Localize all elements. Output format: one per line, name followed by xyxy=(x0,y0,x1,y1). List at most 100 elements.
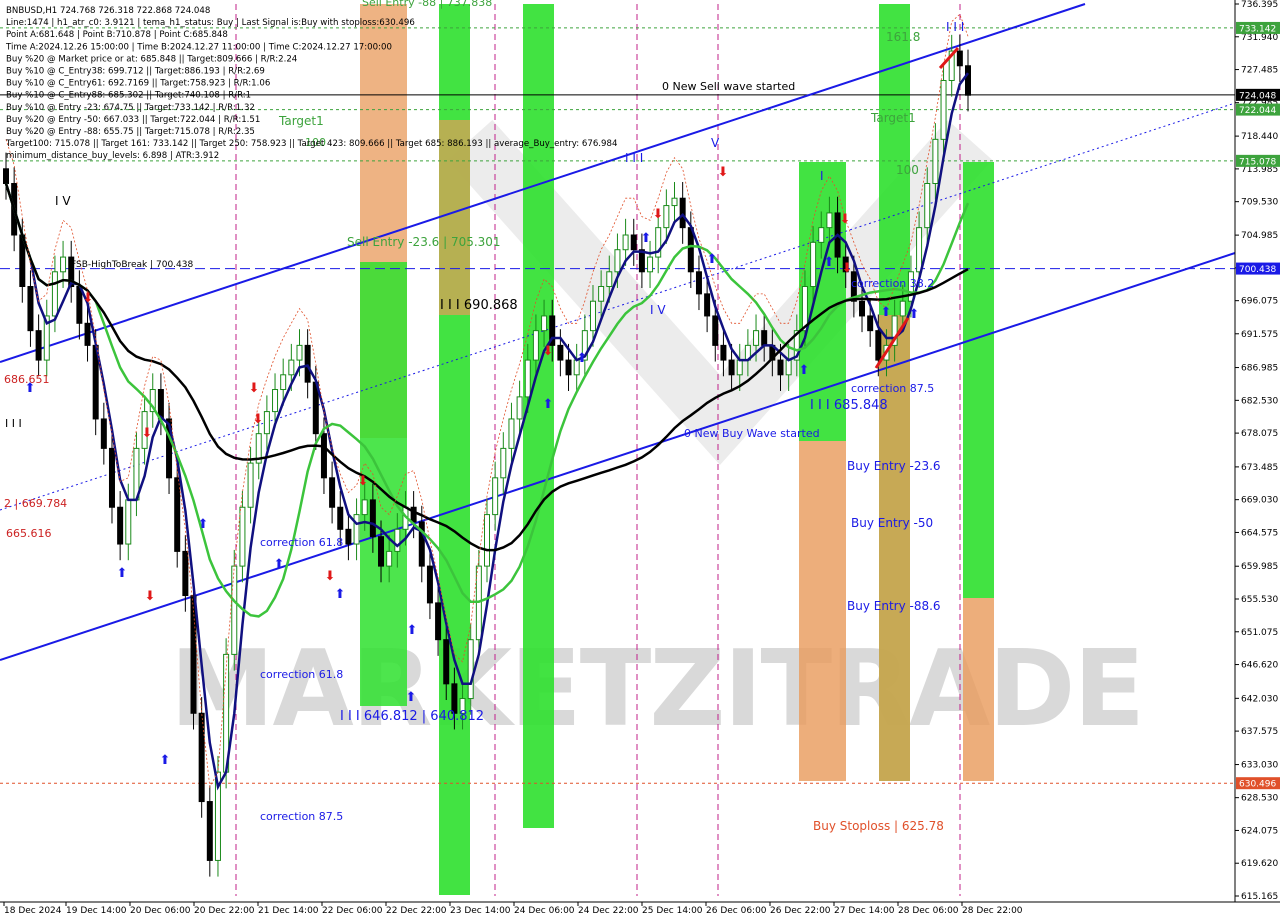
buy-arrow-icon: ⬆ xyxy=(881,305,892,320)
x-tick-label: 28 Dec 22:00 xyxy=(962,906,1023,916)
chart-annotation: 0 New Buy Wave started xyxy=(684,427,820,440)
y-tick-label: 682.530 xyxy=(1241,396,1278,406)
chart-annotation: Target1 xyxy=(870,111,916,125)
candle-body xyxy=(647,256,654,273)
chart-annotation: correction 87.5 xyxy=(851,382,934,395)
candle-body xyxy=(704,293,711,317)
candle-body xyxy=(508,418,515,449)
candle-body xyxy=(484,514,490,567)
chart-annotation: I V xyxy=(650,303,666,317)
candle-body xyxy=(524,359,531,398)
x-tick-label: 24 Dec 06:00 xyxy=(514,906,575,916)
info-line: Buy %20 @ Entry -88: 655.75 || Target:71… xyxy=(6,127,255,137)
chart-annotation: I I I 690.868 xyxy=(440,298,518,313)
candle-body xyxy=(320,433,327,479)
candle-body xyxy=(500,447,507,479)
y-tick-label: 686.985 xyxy=(1241,364,1278,374)
chart-annotation: I I I xyxy=(625,151,643,165)
buy-arrow-icon: ⬆ xyxy=(160,753,171,768)
candle-body xyxy=(84,322,91,346)
chart-annotation: I xyxy=(820,169,824,183)
x-tick-label: 19 Dec 14:00 xyxy=(66,906,127,916)
chart-annotation: I I I 646.812 | 640.812 xyxy=(340,709,484,724)
candle-body xyxy=(296,344,303,361)
x-tick-label: 23 Dec 14:00 xyxy=(450,906,511,916)
chart-annotation: 161.8 xyxy=(886,30,920,44)
x-tick-label: 26 Dec 22:00 xyxy=(770,906,831,916)
chart-annotation: 665.616 xyxy=(6,527,52,540)
price-level-label: 733.142 xyxy=(1239,24,1276,34)
y-tick-label: 615.165 xyxy=(1241,892,1278,902)
candle-body xyxy=(288,359,295,376)
y-tick-label: 736.395 xyxy=(1241,0,1278,10)
sell-arrow-icon: ⬇ xyxy=(325,569,336,584)
buy-arrow-icon: ⬆ xyxy=(543,397,554,412)
candle-body xyxy=(785,359,792,376)
chart-canvas[interactable]: MARKETZITRADE ⬆⬆⬆⬆⬆⬆⬆⬆⬆⬆⬆⬆⬆ ⬆⬆⬆⬇⬇⬇⬇⬇⬇⬇⬇⬇ ⬇… xyxy=(0,0,1280,920)
candle-body xyxy=(614,249,621,273)
zone-bar xyxy=(799,441,846,781)
buy-arrow-icon: ⬆ xyxy=(824,255,835,270)
chart-annotation: 0 New Sell wave started xyxy=(662,80,795,93)
info-line: Buy %10 @ Entry -23: 674.75 || Target:73… xyxy=(6,103,255,113)
sell-arrow-icon: ⬇ xyxy=(253,412,264,427)
chart-annotation: Sell Entry -23.6 | 705.301 xyxy=(347,235,501,249)
candle-body xyxy=(394,528,401,552)
candle-body xyxy=(231,565,238,655)
candle-body xyxy=(35,330,42,361)
chart-annotation: correction 61.8 xyxy=(260,668,343,681)
y-tick-label: 659.985 xyxy=(1241,562,1278,572)
y-tick-label: 709.530 xyxy=(1241,198,1278,208)
candle-body xyxy=(532,330,539,361)
y-tick-label: 624.075 xyxy=(1241,826,1278,836)
info-line: minimum_distance_buy_levels: 6.898 | ATR… xyxy=(6,151,219,161)
buy-arrow-icon: ⬆ xyxy=(577,351,588,366)
info-line: Line:1474 | h1_atr_c0: 3.9121 | tema_h1_… xyxy=(6,18,415,28)
candle-body xyxy=(859,300,866,317)
candle-body xyxy=(337,506,344,530)
buy-arrow-icon: ⬆ xyxy=(274,557,285,572)
y-tick-label: 628.530 xyxy=(1241,794,1278,804)
buy-arrow-icon: ⬆ xyxy=(799,363,810,378)
candle-body xyxy=(76,286,83,324)
candle-body xyxy=(329,477,336,508)
y-tick-label: 651.075 xyxy=(1241,628,1278,638)
candle-body xyxy=(467,639,474,700)
candle-body xyxy=(867,315,874,332)
buy-arrow-icon: ⬆ xyxy=(641,231,652,246)
sell-arrow-icon: ⬇ xyxy=(249,381,260,396)
candle-body xyxy=(304,344,311,383)
sell-arrow-icon: ⬇ xyxy=(543,344,554,359)
y-tick-label: 619.620 xyxy=(1241,859,1278,869)
candle-body xyxy=(247,462,254,508)
candle-body xyxy=(956,50,963,67)
y-tick-label: 678.075 xyxy=(1241,429,1278,439)
price-level-label: 722.044 xyxy=(1239,106,1276,116)
zone-bar xyxy=(523,4,554,828)
candle-body xyxy=(443,639,450,685)
y-tick-label: 727.485 xyxy=(1241,66,1278,76)
candle-body xyxy=(875,330,882,361)
chart-annotation: correction 38.2 xyxy=(851,277,934,290)
sell-arrow-icon: ⬇ xyxy=(718,165,729,180)
candle-body xyxy=(378,536,385,567)
candle-body xyxy=(687,227,694,273)
info-line: Buy %20 @ Market price or at: 685.848 ||… xyxy=(6,54,297,64)
candle-body xyxy=(117,506,124,545)
trading-chart[interactable]: MARKETZITRADE ⬆ ⬆ ⬆ ⬆ ⬆ ⬆ ⬆ ⬆ ⬆ ⬆ ⬆ ⬆ ⬆ ⬆ ⬆ ⬆ ⬇ ⬇ ⬇ ⬇ ⬇ ⬇ ⬇ ⬇ ⬇ ⬇… xyxy=(0,0,1280,920)
info-line: Point A:681.648 | Point B:710.878 | Poin… xyxy=(6,30,228,40)
x-tick-label: 22 Dec 22:00 xyxy=(386,906,447,916)
chart-annotation: FSB-HighToBreak | 700.438 xyxy=(71,260,193,270)
y-tick-label: 633.030 xyxy=(1241,761,1278,771)
sell-arrow-icon: ⬇ xyxy=(842,261,853,276)
y-tick-label: 718.440 xyxy=(1241,132,1278,142)
x-tick-label: 28 Dec 06:00 xyxy=(898,906,959,916)
candle-body xyxy=(541,315,548,332)
buy-arrow-icon: ⬆ xyxy=(909,307,920,322)
y-tick-label: 696.075 xyxy=(1241,297,1278,307)
candle-body xyxy=(671,197,678,207)
x-tick-label: 26 Dec 06:00 xyxy=(706,906,767,916)
chart-annotation: correction 61.8 xyxy=(260,536,343,549)
price-level-label: 724.048 xyxy=(1239,91,1276,101)
zone-bar xyxy=(963,598,994,781)
